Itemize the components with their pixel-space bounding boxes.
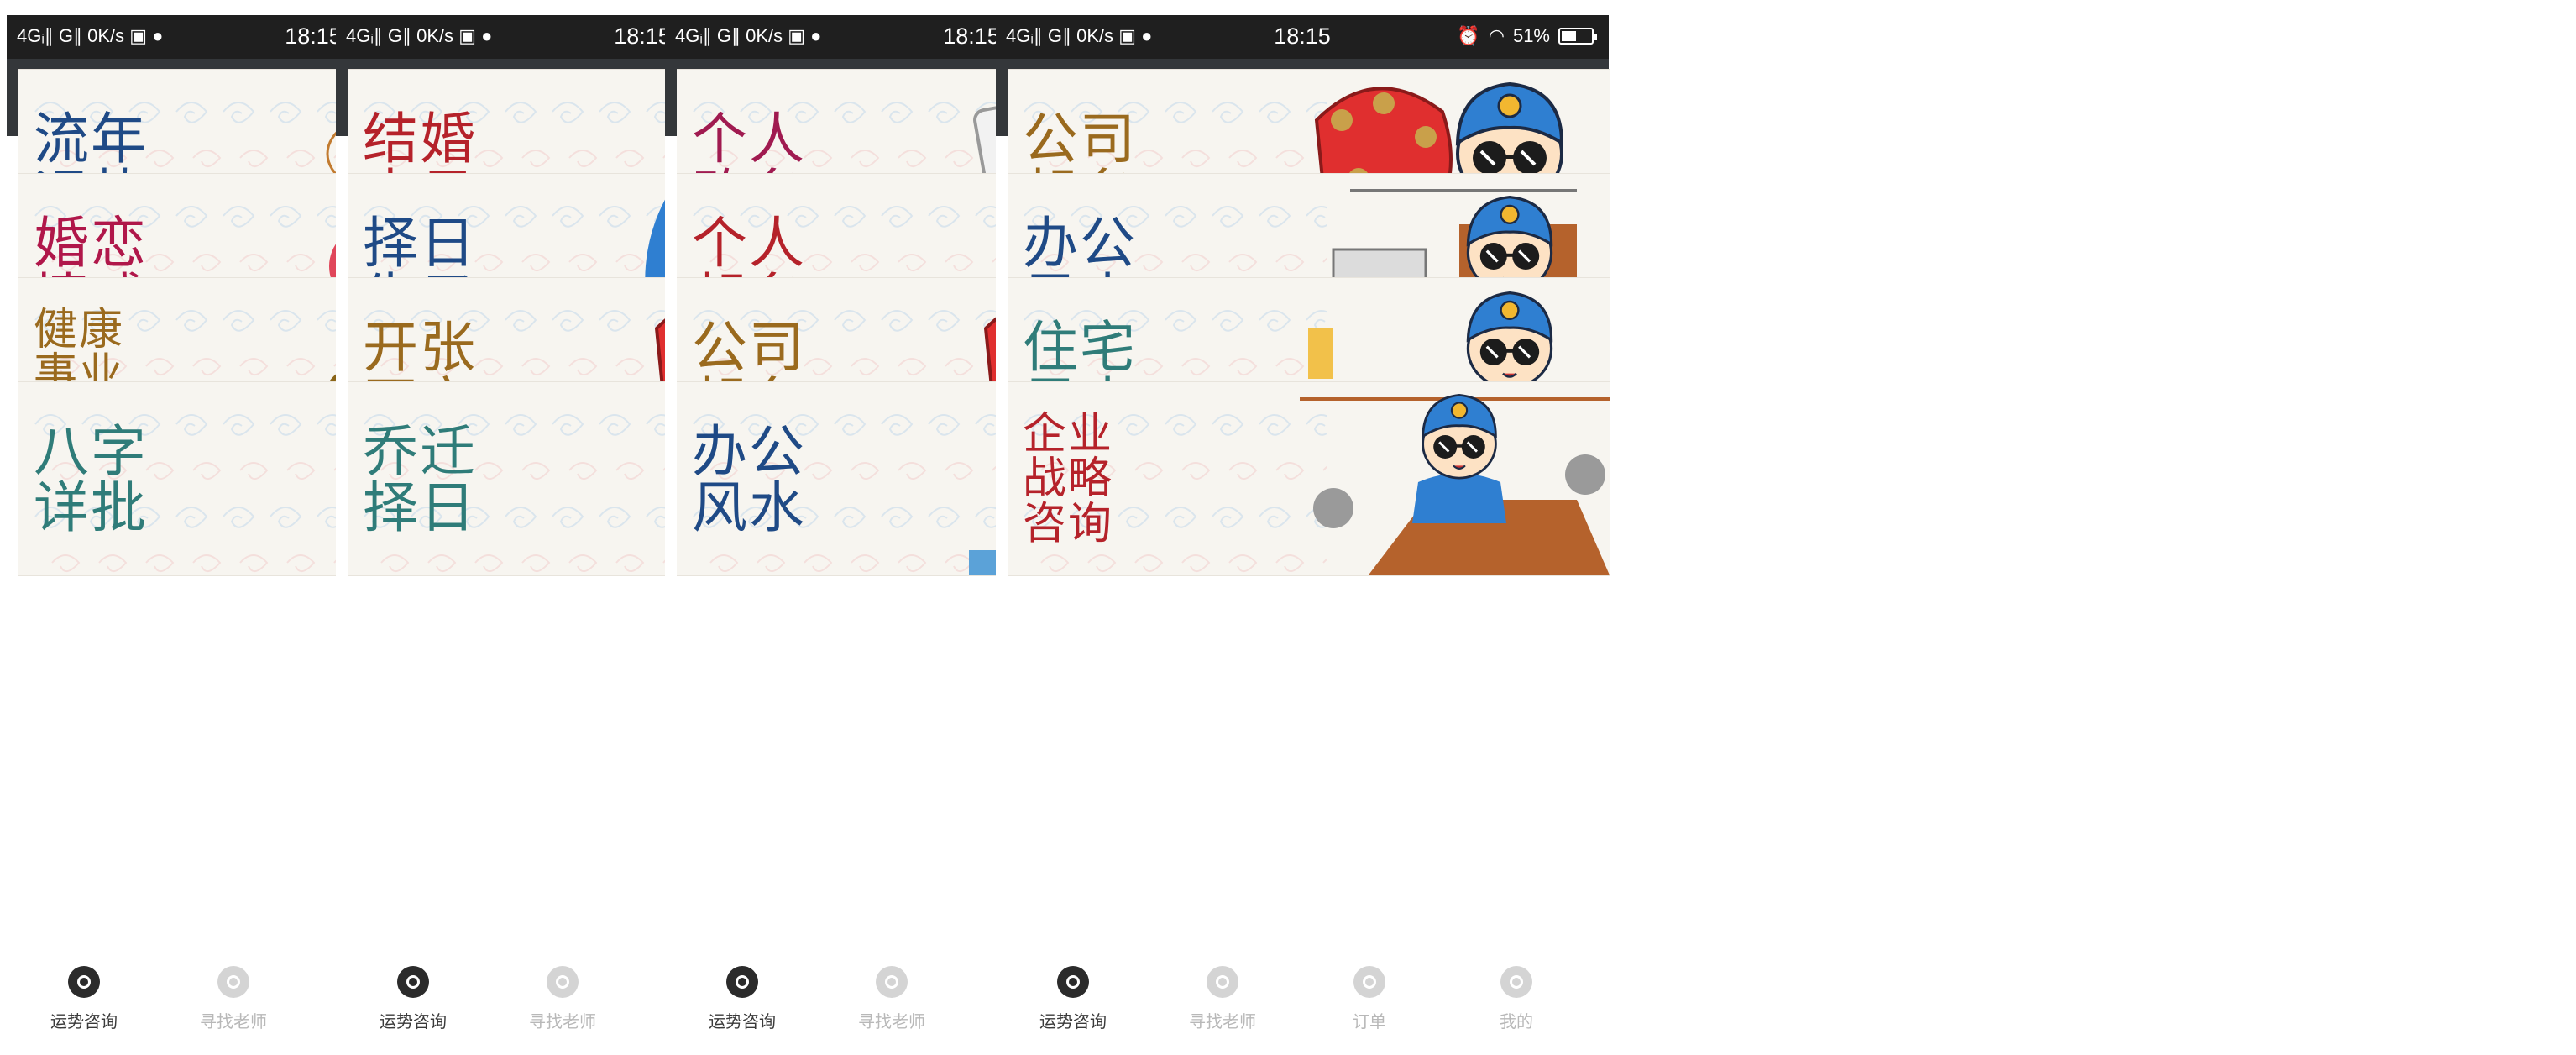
tab-label: 我的 xyxy=(1500,1011,1533,1031)
status-right: ⏰ ◠ 51% xyxy=(1457,25,1597,47)
yin-yang-icon xyxy=(68,966,100,998)
banner-title-line: 战略 xyxy=(1023,454,1114,505)
tab-label: 运势咨询 xyxy=(50,1011,118,1031)
battery-percent: 51% xyxy=(1512,25,1550,46)
phone-screen: 4Gᵢ∥ G∥ 0K/s ▣ ●18:15⏰◠51%运势咨询公司起名 办公风水 … xyxy=(996,0,1610,1055)
banner-title: 乔迁 择日 xyxy=(363,391,631,569)
banner-title-line: 咨询 xyxy=(1023,498,1114,549)
user-icon xyxy=(1500,966,1532,998)
wifi-icon: ◠ xyxy=(1488,25,1505,46)
banner-title-line: 结婚 xyxy=(363,106,477,171)
yin-yang-icon xyxy=(1057,966,1089,998)
yin-yang-icon xyxy=(397,966,429,998)
banner-title-line: 企业 xyxy=(1023,409,1114,460)
banner-title-line: 乔迁 xyxy=(363,418,477,484)
meeting-illustration xyxy=(1300,393,1610,575)
banner-title-line: 公司 xyxy=(692,314,806,380)
alarm-icon: ⏰ xyxy=(1457,25,1480,46)
banner-title-line: 八字 xyxy=(34,418,148,484)
tab-label: 寻找老师 xyxy=(1189,1011,1256,1031)
search-icon xyxy=(547,966,579,998)
bottom-tab-bar: 运势咨询 寻找老师 订单 我的 xyxy=(996,958,1609,1055)
banner-title-line: 详批 xyxy=(34,475,148,540)
tab-search[interactable]: 寻找老师 xyxy=(166,966,301,1050)
status-bar: 4Gᵢ∥ G∥ 0K/s ▣ ●18:15⏰◠51% xyxy=(996,15,1609,59)
tab-label: 寻找老师 xyxy=(529,1011,596,1031)
service-banner[interactable]: 企业 战略 咨询 xyxy=(1008,381,1610,576)
yin-yang-icon xyxy=(726,966,758,998)
tab-label: 订单 xyxy=(1353,1011,1386,1031)
banner-title-line: 办公 xyxy=(1023,210,1137,276)
banner-title-line: 择日 xyxy=(363,475,477,540)
banner-title-line: 流年 xyxy=(34,106,148,171)
banner-title: 办公风水 xyxy=(692,391,961,569)
tab-search[interactable]: 寻找老师 xyxy=(1155,966,1290,1050)
banner-title-line: 住宅 xyxy=(1023,314,1137,380)
search-icon xyxy=(217,966,249,998)
banner-title-line: 婚恋 xyxy=(34,210,148,276)
tab-label: 寻找老师 xyxy=(858,1011,925,1031)
banner-title-line: 个人 xyxy=(692,106,806,171)
banner-title-line: 开张 xyxy=(363,314,477,380)
tab-order[interactable]: 订单 xyxy=(1302,966,1437,1050)
tab-yin-yang[interactable]: 运势咨询 xyxy=(346,966,480,1050)
banner-title: 八字 详批 xyxy=(34,391,302,569)
tab-label: 运势咨询 xyxy=(380,1011,447,1031)
mascot xyxy=(1412,393,1506,523)
tab-label: 运势咨询 xyxy=(709,1011,776,1031)
battery-icon xyxy=(1558,28,1597,45)
banner-title-line: 健康 xyxy=(34,305,125,356)
tab-search[interactable]: 寻找老师 xyxy=(825,966,959,1050)
banner-title: 企业 战略 咨询 xyxy=(1023,391,1291,569)
tab-label: 运势咨询 xyxy=(1039,1011,1107,1031)
banner-title-line: 公司 xyxy=(1023,106,1137,171)
tab-search[interactable]: 寻找老师 xyxy=(495,966,630,1050)
search-icon xyxy=(1207,966,1238,998)
tab-yin-yang[interactable]: 运势咨询 xyxy=(1006,966,1140,1050)
tab-yin-yang[interactable]: 运势咨询 xyxy=(675,966,809,1050)
tab-user[interactable]: 我的 xyxy=(1449,966,1584,1050)
banner-title-line: 办公 xyxy=(692,418,806,484)
order-icon xyxy=(1353,966,1385,998)
tab-yin-yang[interactable]: 运势咨询 xyxy=(17,966,151,1050)
search-icon xyxy=(876,966,908,998)
banner-title-line: 个人 xyxy=(692,210,806,276)
banner-title-line: 择日 xyxy=(363,210,477,276)
tab-label: 寻找老师 xyxy=(200,1011,267,1031)
banner-title-line: 风水 xyxy=(692,475,806,540)
